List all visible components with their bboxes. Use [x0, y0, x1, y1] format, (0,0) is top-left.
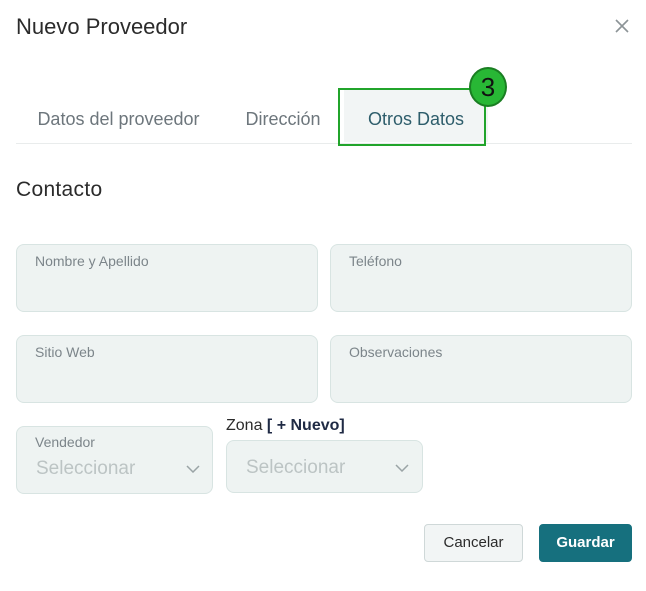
close-button[interactable]	[612, 16, 632, 36]
sitio-web-label: Sitio Web	[35, 344, 95, 360]
step-badge: 3	[469, 67, 507, 107]
nombre-field[interactable]: Nombre y Apellido	[16, 244, 318, 312]
chevron-down-icon	[395, 464, 409, 472]
nombre-label: Nombre y Apellido	[35, 253, 149, 269]
dialog-title: Nuevo Proveedor	[16, 14, 188, 39]
close-icon	[615, 19, 629, 33]
tab-direccion[interactable]: Dirección	[229, 88, 337, 142]
cancel-button[interactable]: Cancelar	[424, 524, 523, 562]
telefono-field[interactable]: Teléfono	[330, 244, 632, 312]
observaciones-field[interactable]: Observaciones	[330, 335, 632, 403]
zona-label-row: Zona [ + Nuevo]	[226, 417, 345, 435]
vendedor-select[interactable]: Vendedor Seleccionar	[16, 426, 213, 494]
zona-select[interactable]: Seleccionar	[226, 440, 423, 493]
observaciones-label: Observaciones	[349, 344, 443, 360]
zona-value: Seleccionar	[246, 457, 346, 478]
save-button[interactable]: Guardar	[539, 524, 632, 562]
vendedor-label: Vendedor	[35, 434, 95, 450]
sitio-web-field[interactable]: Sitio Web	[16, 335, 318, 403]
chevron-down-icon	[186, 465, 200, 473]
section-title: Contacto	[16, 178, 103, 201]
vendedor-value: Seleccionar	[36, 458, 136, 479]
zona-label: Zona	[226, 417, 263, 434]
tab-highlight-box	[338, 88, 486, 146]
tab-datos-proveedor[interactable]: Datos del proveedor	[16, 88, 221, 142]
tab-bar: Datos del proveedor Dirección Otros Dato…	[16, 88, 632, 144]
zona-new-link[interactable]: [ + Nuevo]	[267, 417, 345, 434]
telefono-label: Teléfono	[349, 253, 402, 269]
